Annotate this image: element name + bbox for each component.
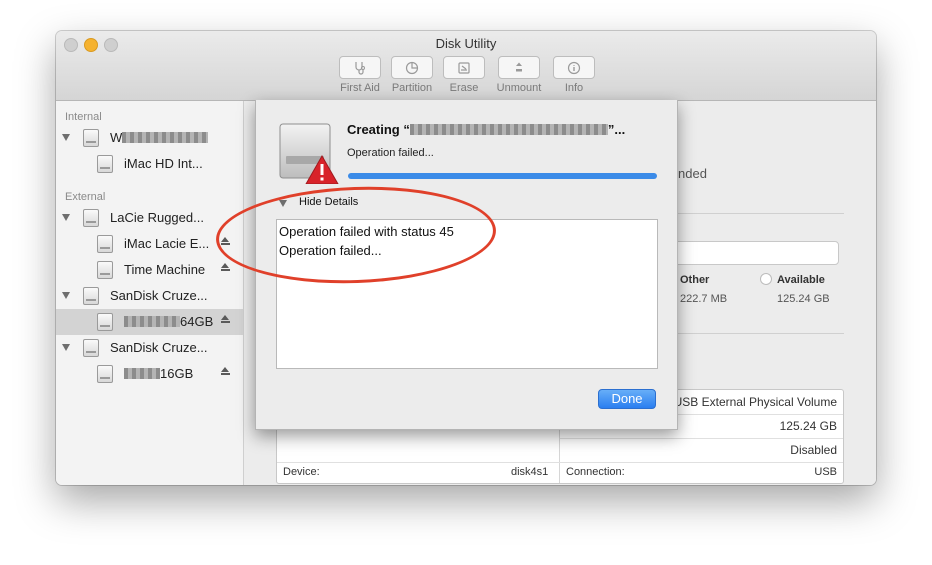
redacted-text — [124, 316, 180, 327]
sidebar-item-time-machine[interactable]: Time Machine — [56, 257, 243, 283]
legend-other-value: 222.7 MB — [680, 293, 728, 305]
unmount-button[interactable]: Unmount — [491, 56, 547, 94]
external-disk-icon — [83, 209, 99, 227]
external-disk-icon — [83, 339, 99, 357]
divider — [664, 333, 844, 334]
device-label: Device: — [283, 466, 320, 478]
disclosure-triangle-icon[interactable] — [62, 292, 70, 299]
volume-status-partial: nded — [678, 166, 707, 181]
unmount-icon — [516, 62, 522, 71]
window-title: Disk Utility — [435, 36, 497, 51]
disclosure-triangle-icon[interactable] — [62, 134, 70, 141]
info-row-value: Disabled — [790, 443, 837, 457]
section-internal: Internal — [65, 111, 102, 123]
sidebar-item-label: iMac Lacie E... — [124, 236, 210, 251]
disclosure-triangle-icon[interactable] — [62, 344, 70, 351]
erase-icon — [458, 61, 470, 74]
titlebar: Disk Utility First Aid Partition Erase U… — [56, 31, 876, 101]
disclosure-triangle-icon[interactable] — [62, 214, 70, 221]
volume-icon — [97, 261, 113, 279]
info-row: Disabled — [560, 438, 843, 463]
divider — [664, 213, 844, 214]
toolbar-label: Info — [564, 82, 584, 94]
toolbar-label: Erase — [449, 82, 479, 94]
sidebar-item-sandisk-1[interactable]: SanDisk Cruze... — [56, 283, 243, 309]
sidebar-item-label: Time Machine — [124, 262, 206, 277]
sidebar-item-64gb-volume[interactable]: 64GB — [56, 309, 243, 335]
connection-value: USB — [814, 466, 837, 478]
info-row-value: 125.24 GB — [779, 419, 837, 433]
disk-image-icon — [279, 123, 339, 184]
legend-available-label: Available — [777, 274, 825, 286]
redacted-text — [124, 368, 160, 379]
partition-button[interactable]: Partition — [387, 56, 437, 94]
sidebar-item-lacie-rugged[interactable]: LaCie Rugged... — [56, 205, 243, 231]
info-row-divider — [277, 462, 843, 463]
sidebar: Internal W iMac HD Int... External LaCie… — [56, 101, 244, 485]
sidebar-item-label: 64GB — [124, 314, 213, 329]
eject-icon[interactable] — [221, 367, 230, 375]
stethoscope-icon — [355, 61, 365, 75]
section-external: External — [65, 191, 106, 203]
first-aid-button[interactable]: First Aid — [335, 56, 385, 94]
info-button[interactable]: Info — [549, 56, 599, 94]
redacted-text — [409, 124, 608, 135]
device-value: disk4s1 — [511, 466, 549, 478]
toolbar-label: Partition — [391, 82, 433, 94]
toolbar-label: First Aid — [340, 82, 380, 94]
capacity-bar — [664, 241, 839, 265]
sidebar-item-label: 16GB — [124, 366, 193, 381]
sheet-title: Creating “”... — [347, 122, 626, 137]
sidebar-item-sandisk-2[interactable]: SanDisk Cruze... — [56, 335, 243, 361]
eject-icon[interactable] — [221, 315, 230, 323]
sidebar-item-label: W — [110, 130, 209, 145]
volume-icon — [97, 235, 113, 253]
eject-icon[interactable] — [221, 263, 230, 271]
volume-icon — [97, 365, 113, 383]
erase-button[interactable]: Erase — [439, 56, 489, 94]
done-button[interactable]: Done — [598, 389, 656, 409]
info-icon — [567, 61, 581, 74]
volume-icon — [97, 155, 113, 173]
connection-label: Connection: — [566, 466, 625, 478]
volume-icon — [97, 313, 113, 331]
sidebar-item-16gb-volume[interactable]: 16GB — [56, 361, 243, 387]
info-row-value: USB External Physical Volume — [673, 395, 837, 409]
legend-other-label: Other — [680, 274, 710, 286]
external-disk-icon — [83, 287, 99, 305]
legend-available-value: 125.24 GB — [777, 293, 830, 305]
internal-disk-icon — [83, 129, 99, 147]
sidebar-item-label: SanDisk Cruze... — [110, 288, 208, 303]
sidebar-item-label: LaCie Rugged... — [110, 210, 204, 225]
available-swatch — [760, 273, 772, 285]
sidebar-item-label: iMac HD Int... — [124, 156, 203, 171]
progress-bar — [348, 173, 657, 179]
sidebar-item-imac-lacie[interactable]: iMac Lacie E... — [56, 231, 243, 257]
sidebar-item-internal-disk[interactable]: W — [56, 125, 243, 151]
redacted-text — [122, 132, 209, 143]
operation-status: Operation failed... — [347, 147, 434, 159]
partition-pie-icon — [405, 61, 419, 74]
sidebar-item-imac-hd[interactable]: iMac HD Int... — [56, 151, 243, 177]
sidebar-item-label: SanDisk Cruze... — [110, 340, 208, 355]
toolbar-label: Unmount — [496, 82, 542, 94]
